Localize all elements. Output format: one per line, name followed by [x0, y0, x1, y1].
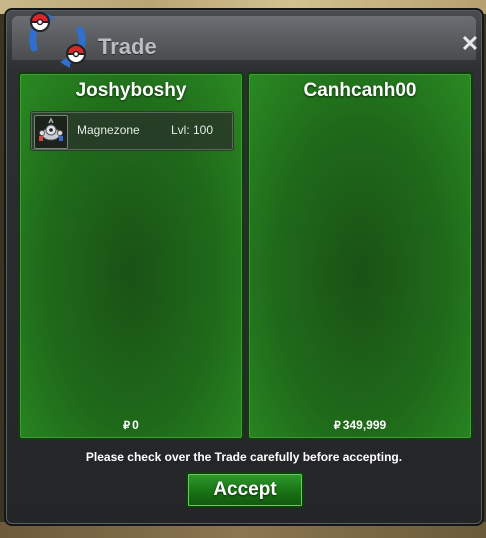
trade-notice: Please check over the Trade carefully be… — [85, 450, 403, 464]
window-title: Trade — [98, 34, 157, 59]
accept-button[interactable]: Accept — [186, 472, 304, 508]
trade-window: Trade ✕ Joshyboshy Magnezone Lvl: 100 ₽ … — [4, 8, 484, 526]
pokemon-name: Magnezone — [77, 123, 140, 137]
trade-arrows-logo-icon — [29, 12, 87, 68]
close-icon[interactable]: ✕ — [458, 32, 482, 56]
money-offer: ₽349,999 — [249, 418, 471, 432]
window-titlebar[interactable]: Trade ✕ — [12, 12, 479, 68]
trade-panel-partner: Canhcanh00 ₽349,999 — [247, 72, 473, 440]
pokedollar-icon: ₽ — [333, 420, 341, 432]
trade-item-slot[interactable]: Magnezone Lvl: 100 — [30, 111, 234, 151]
money-amount: 349,999 — [342, 418, 387, 432]
player-name: Joshyboshy — [75, 80, 187, 101]
player-name: Canhcanh00 — [303, 80, 417, 101]
magnezone-icon — [34, 115, 68, 149]
trade-panel-self: Joshyboshy Magnezone Lvl: 100 ₽0 — [18, 72, 244, 440]
money-amount: 0 — [132, 418, 139, 432]
pokemon-level: Lvl: 100 — [171, 123, 214, 137]
money-offer: ₽0 — [20, 418, 242, 432]
pokedollar-icon: ₽ — [123, 420, 131, 432]
